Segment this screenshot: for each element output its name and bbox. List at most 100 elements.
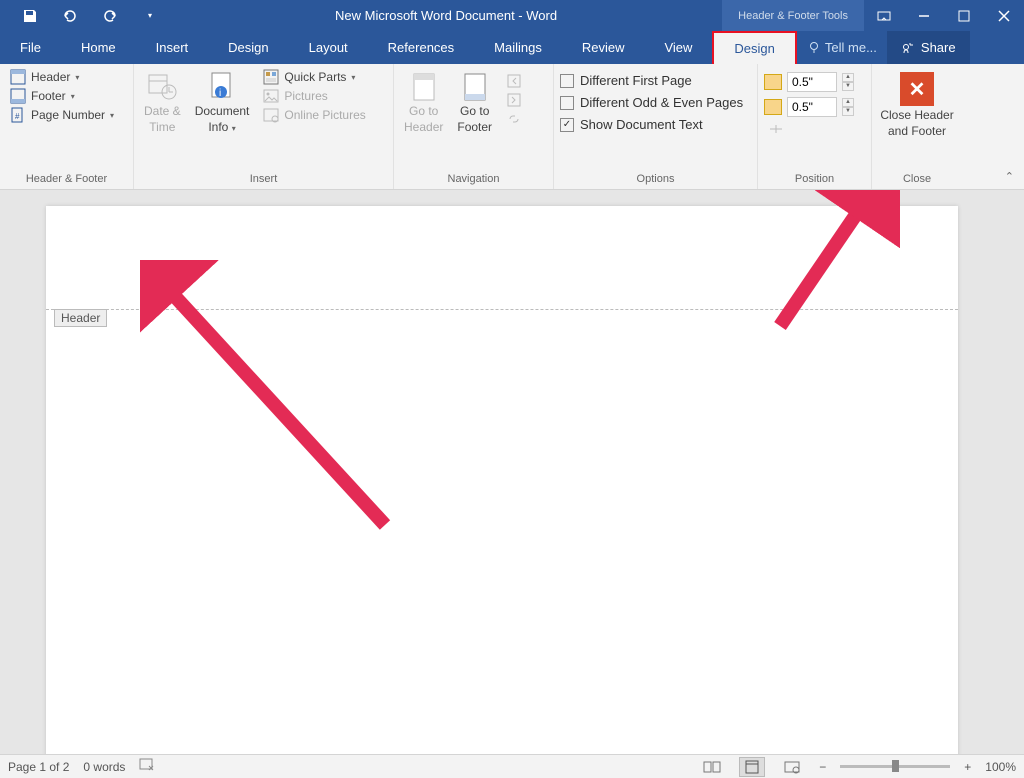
previous-section-button[interactable] — [502, 72, 526, 90]
close-header-footer-icon: ✕ — [900, 72, 934, 106]
spinner-down[interactable]: ▼ — [842, 107, 854, 116]
quick-access-toolbar: ▾ — [0, 0, 170, 31]
undo-button[interactable] — [50, 0, 90, 31]
tab-review[interactable]: Review — [562, 31, 645, 64]
spinner-up[interactable]: ▲ — [842, 98, 854, 107]
header-icon — [10, 69, 26, 85]
status-words[interactable]: 0 words — [83, 760, 125, 774]
header-dropdown[interactable]: Header▾ — [6, 68, 118, 86]
window-controls — [864, 0, 1024, 31]
footer-icon — [10, 88, 26, 104]
spinner-down[interactable]: ▼ — [842, 82, 854, 91]
page[interactable]: 1 Header — [46, 206, 958, 754]
zoom-out-button[interactable]: − — [819, 760, 826, 774]
share-label: Share — [921, 40, 956, 55]
next-icon — [506, 92, 522, 108]
footer-from-bottom-input[interactable] — [787, 97, 837, 117]
zoom-slider-thumb[interactable] — [892, 760, 899, 772]
share-button[interactable]: Share — [887, 31, 970, 64]
zoom-in-button[interactable]: + — [964, 760, 971, 774]
quick-parts-dropdown[interactable]: Quick Parts▾ — [259, 68, 369, 86]
header-from-top-spinner[interactable]: ▲▼ — [764, 70, 854, 94]
tab-references[interactable]: References — [368, 31, 474, 64]
zoom-level[interactable]: 100% — [985, 760, 1016, 774]
svg-text:#: # — [15, 112, 20, 121]
header-region[interactable]: 1 — [46, 206, 958, 309]
header-content: 1 — [152, 266, 160, 282]
online-pictures-label: Online Pictures — [284, 108, 365, 122]
pictures-icon — [263, 88, 279, 104]
quick-parts-icon — [263, 69, 279, 85]
group-header-footer: Header▾ Footer▾ # Page Number▾ Header & … — [0, 64, 134, 189]
alignment-tab-icon — [768, 121, 784, 137]
web-layout-button[interactable] — [779, 757, 805, 777]
window-title: New Microsoft Word Document - Word — [170, 8, 722, 23]
header-tag: Header — [54, 309, 107, 327]
date-time-icon — [146, 70, 178, 102]
pictures-button[interactable]: Pictures — [259, 87, 369, 105]
spinner-up[interactable]: ▲ — [842, 73, 854, 82]
qat-customize[interactable]: ▾ — [130, 0, 170, 31]
status-page[interactable]: Page 1 of 2 — [8, 760, 69, 774]
group-navigation: Go toHeader Go toFooter Navigation — [394, 64, 554, 189]
group-label-navigation: Navigation — [394, 171, 553, 189]
share-icon — [901, 41, 915, 55]
insert-alignment-tab-button[interactable] — [764, 120, 854, 138]
group-label-header-footer: Header & Footer — [0, 171, 133, 189]
online-pictures-button[interactable]: Online Pictures — [259, 106, 369, 124]
show-document-text-checkbox[interactable]: ✓Show Document Text — [560, 114, 743, 135]
tab-view[interactable]: View — [644, 31, 712, 64]
tab-layout[interactable]: Layout — [289, 31, 368, 64]
next-section-button[interactable] — [502, 91, 526, 109]
ribbon-display-button[interactable] — [864, 0, 904, 31]
document-info-dropdown[interactable]: i DocumentInfo ▾ — [191, 68, 254, 137]
page-number-icon: # — [10, 107, 26, 123]
group-label-close: Close — [872, 171, 962, 189]
link-previous-button[interactable] — [502, 110, 526, 128]
print-layout-button[interactable] — [739, 757, 765, 777]
group-label-insert: Insert — [134, 171, 393, 189]
goto-header-button[interactable]: Go toHeader — [400, 68, 447, 137]
tab-file[interactable]: File — [0, 31, 61, 64]
redo-icon — [102, 8, 118, 24]
status-proofing-button[interactable] — [139, 758, 155, 775]
footer-dropdown[interactable]: Footer▾ — [6, 87, 118, 105]
save-button[interactable] — [10, 0, 50, 31]
date-time-button[interactable]: Date &Time — [140, 68, 185, 137]
zoom-slider[interactable] — [840, 765, 950, 768]
header-from-top-input[interactable] — [787, 72, 837, 92]
goto-header-icon — [409, 70, 439, 102]
close-header-footer-button[interactable]: ✕ Close Header and Footer — [880, 68, 953, 139]
goto-footer-button[interactable]: Go toFooter — [453, 68, 496, 137]
status-bar: Page 1 of 2 0 words − + 100% — [0, 754, 1024, 778]
page-number-dropdown[interactable]: # Page Number▾ — [6, 106, 118, 124]
group-label-position: Position — [758, 171, 871, 189]
pictures-label: Pictures — [284, 89, 327, 103]
save-icon — [22, 8, 38, 24]
tab-header-footer-design[interactable]: Design — [712, 31, 796, 64]
minimize-icon — [918, 10, 930, 22]
tab-insert[interactable]: Insert — [136, 31, 209, 64]
read-mode-button[interactable] — [699, 757, 725, 777]
svg-text:i: i — [219, 88, 221, 99]
tab-design[interactable]: Design — [208, 31, 288, 64]
redo-button[interactable] — [90, 0, 130, 31]
tell-me-label: Tell me... — [825, 40, 877, 55]
tab-mailings[interactable]: Mailings — [474, 31, 562, 64]
web-layout-icon — [783, 760, 801, 774]
different-odd-even-checkbox[interactable]: Different Odd & Even Pages — [560, 92, 743, 113]
footer-position-icon — [764, 99, 782, 115]
footer-from-bottom-spinner[interactable]: ▲▼ — [764, 95, 854, 119]
close-window-button[interactable] — [984, 0, 1024, 31]
quick-parts-label: Quick Parts — [284, 70, 346, 84]
tab-home[interactable]: Home — [61, 31, 136, 64]
close-icon — [998, 10, 1010, 22]
minimize-button[interactable] — [904, 0, 944, 31]
group-close: ✕ Close Header and Footer Close — [872, 64, 962, 189]
collapse-ribbon-button[interactable]: ⌃ — [1005, 170, 1014, 183]
different-first-page-checkbox[interactable]: Different First Page — [560, 70, 743, 91]
tell-me-search[interactable]: Tell me... — [797, 31, 887, 64]
group-label-options: Options — [554, 171, 757, 189]
maximize-button[interactable] — [944, 0, 984, 31]
header-position-icon — [764, 74, 782, 90]
